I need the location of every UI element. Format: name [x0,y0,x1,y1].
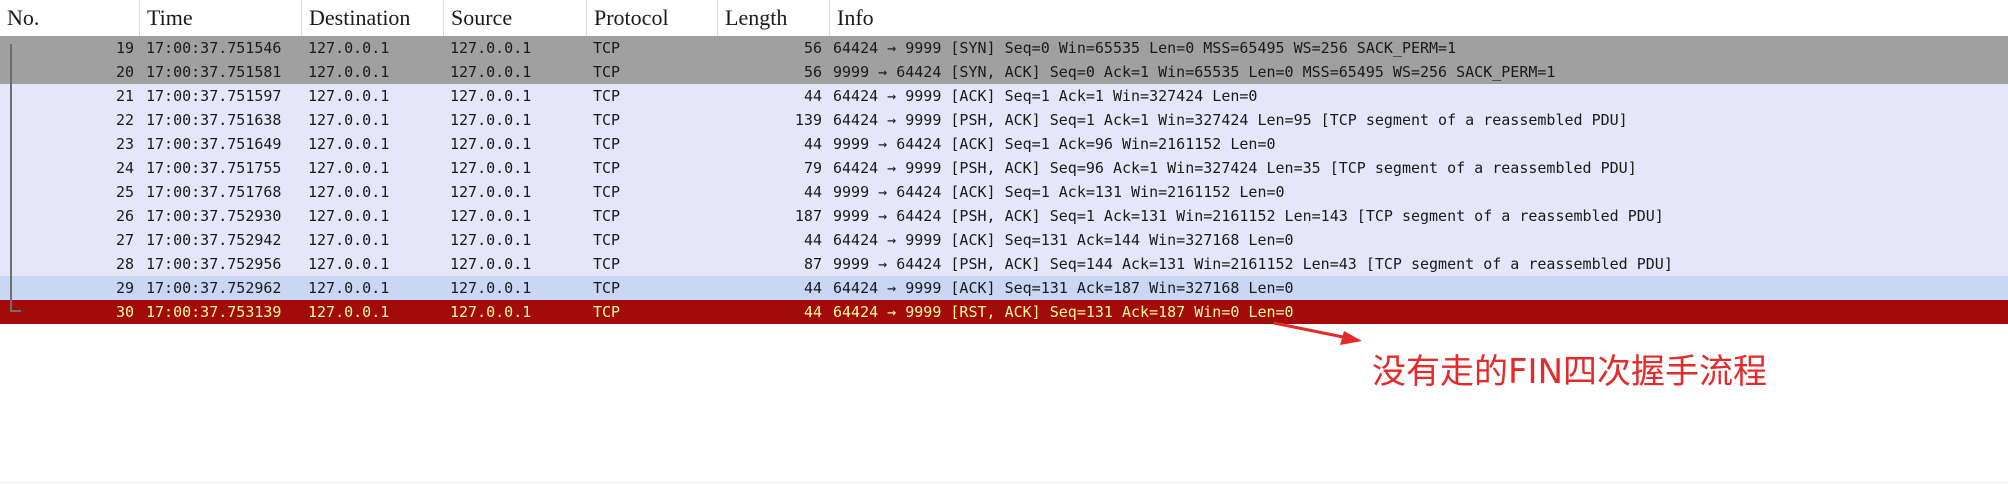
arrow-head-icon [1340,331,1362,345]
annotation-text: 没有走的FIN四次握手流程 [1372,352,1768,392]
pane-divider [0,482,2008,483]
annotation-arrow [1273,321,1362,345]
